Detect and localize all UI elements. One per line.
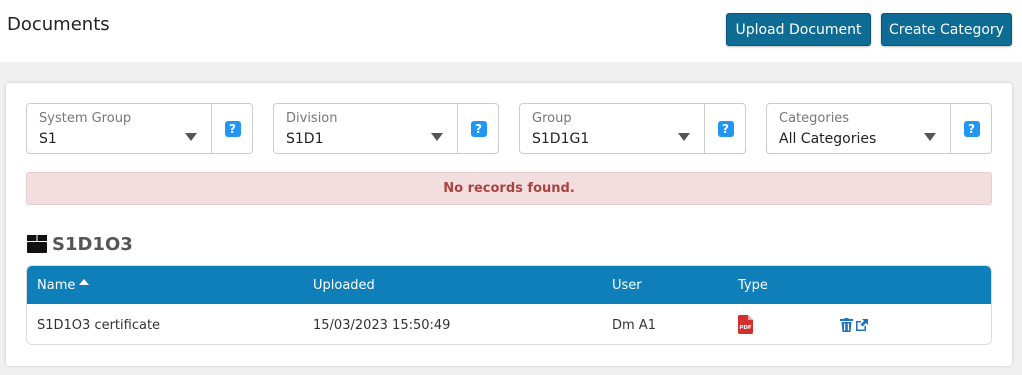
- categories-label: Categories: [779, 111, 850, 126]
- help-icon: ?: [717, 120, 734, 137]
- column-name-label: Name: [37, 277, 76, 293]
- chevron-down-icon: [924, 133, 936, 141]
- system-group-label: System Group: [39, 111, 132, 126]
- upload-document-button[interactable]: Upload Document: [726, 13, 871, 46]
- system-group-value: S1: [39, 131, 57, 147]
- division-label: Division: [286, 111, 338, 126]
- table-header: Name Uploaded User Type: [27, 266, 991, 304]
- pdf-icon-text: PDF: [739, 325, 752, 331]
- system-group-select[interactable]: System Group S1: [27, 104, 211, 153]
- group-select[interactable]: Group S1D1G1: [520, 104, 704, 153]
- row-user: Dm A1: [612, 317, 656, 333]
- categories-filter: Categories All Categories ?: [766, 103, 992, 154]
- help-icon: ?: [963, 120, 980, 137]
- row-uploaded: 15/03/2023 15:50:49: [313, 317, 451, 333]
- column-name-header[interactable]: Name: [37, 266, 90, 304]
- group-label: Group: [532, 111, 572, 126]
- table-row: S1D1O3 certificate 15/03/2023 15:50:49 D…: [27, 304, 991, 344]
- group-help-button[interactable]: ?: [704, 104, 746, 153]
- page-title: Documents: [7, 14, 110, 35]
- documents-card: System Group S1 ? Division S1D1 ? Group …: [6, 83, 1012, 366]
- column-type-header: Type: [738, 277, 768, 293]
- division-filter: Division S1D1 ?: [273, 103, 499, 154]
- help-icon: ?: [470, 120, 487, 137]
- column-user-header: User: [612, 277, 642, 293]
- no-records-alert: No records found.: [26, 172, 992, 205]
- chevron-down-icon: [678, 133, 690, 141]
- section-title-text: S1D1O3: [52, 233, 133, 255]
- section-title: S1D1O3: [26, 231, 133, 257]
- pdf-icon[interactable]: PDF: [738, 315, 753, 334]
- division-help-button[interactable]: ?: [457, 104, 499, 153]
- trash-icon[interactable]: [840, 318, 853, 332]
- division-select[interactable]: Division S1D1: [274, 104, 457, 153]
- system-group-help-button[interactable]: ?: [211, 104, 253, 153]
- chevron-down-icon: [185, 133, 197, 141]
- sort-ascending-icon[interactable]: [79, 279, 90, 285]
- division-value: S1D1: [286, 131, 324, 147]
- chevron-down-icon: [431, 133, 443, 141]
- create-category-button[interactable]: Create Category: [881, 13, 1012, 46]
- documents-table: Name Uploaded User Type S1D1O3 certifica…: [26, 265, 992, 345]
- help-icon: ?: [224, 120, 241, 137]
- system-group-filter: System Group S1 ?: [26, 103, 253, 154]
- categories-help-button[interactable]: ?: [950, 104, 992, 153]
- top-bar: Documents Upload Document Create Categor…: [0, 0, 1022, 62]
- box-icon: [27, 235, 47, 253]
- row-name: S1D1O3 certificate: [37, 317, 161, 333]
- group-value: S1D1G1: [532, 131, 590, 147]
- group-filter: Group S1D1G1 ?: [519, 103, 746, 154]
- categories-select[interactable]: Categories All Categories: [767, 104, 950, 153]
- column-uploaded-header: Uploaded: [313, 277, 375, 293]
- categories-value: All Categories: [779, 131, 877, 147]
- external-link-icon[interactable]: [855, 318, 868, 332]
